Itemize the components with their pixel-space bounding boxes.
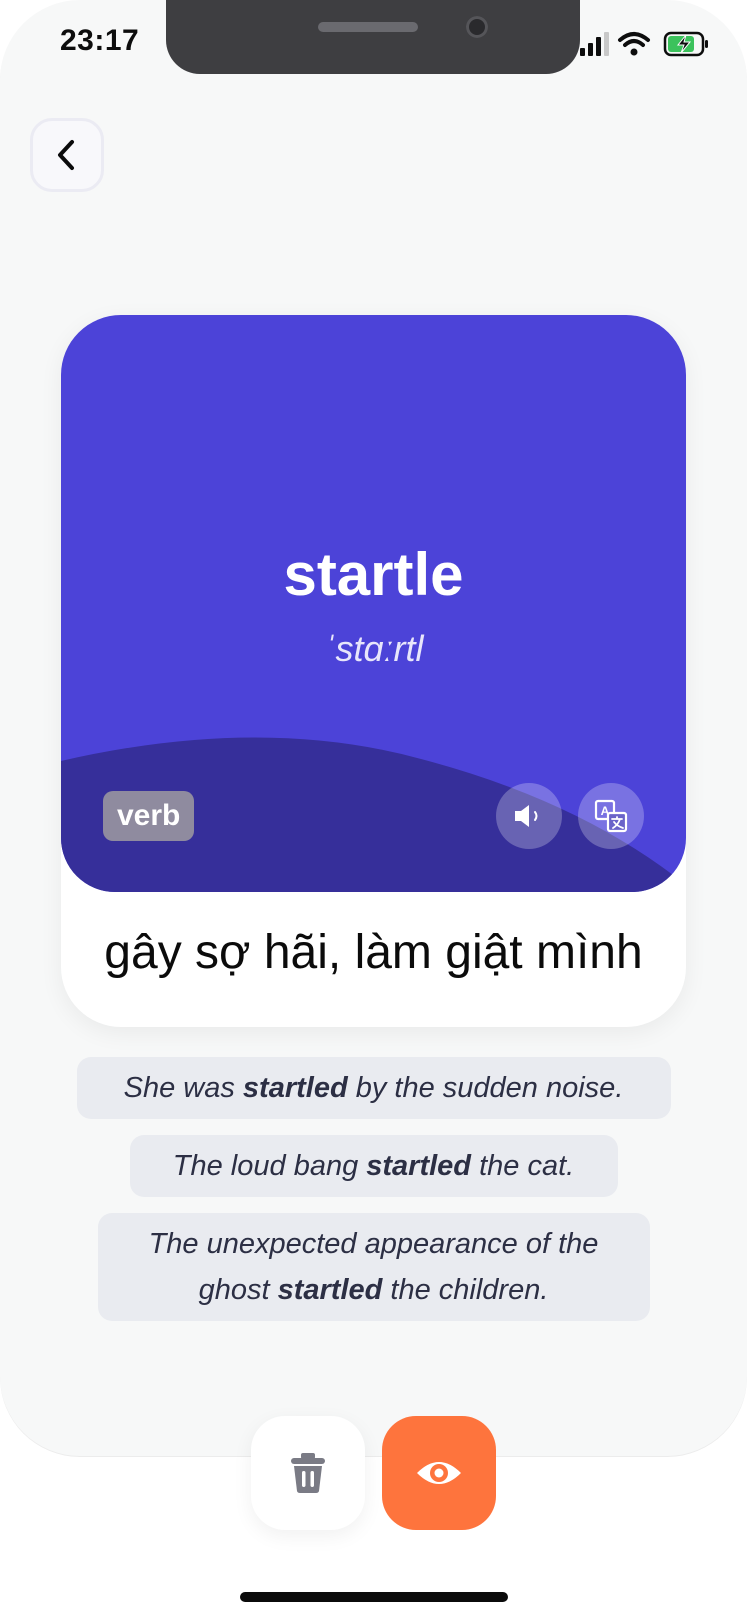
chevron-left-icon — [58, 140, 74, 170]
example-sentence: The unexpected appearance of the ghost s… — [97, 1213, 650, 1321]
reveal-button[interactable] — [382, 1416, 496, 1530]
eye-icon — [417, 1462, 461, 1484]
flashcard-word: startle — [283, 541, 464, 608]
example-text: the children. — [382, 1274, 549, 1306]
pronunciation-button[interactable] — [496, 783, 562, 849]
example-keyword: startled — [366, 1150, 472, 1182]
home-indicator — [240, 1592, 508, 1602]
example-sentence: The loud bang startled the cat. — [129, 1135, 618, 1197]
signal-icon — [580, 32, 609, 56]
example-sentences: She was startled by the sudden noise. Th… — [0, 1057, 747, 1321]
notch — [166, 0, 580, 74]
trash-icon — [291, 1453, 325, 1493]
translate-button[interactable]: A — [578, 783, 644, 849]
back-button[interactable] — [30, 118, 104, 192]
example-keyword: startled — [277, 1274, 383, 1306]
example-text: She was — [123, 1072, 243, 1104]
flashcard-phonetic: ˈstɑːrtl — [323, 628, 424, 669]
translate-icon: A — [594, 799, 628, 833]
status-time: 23:17 — [60, 24, 140, 57]
flashcard[interactable]: startle ˈstɑːrtl verb A gây sợ hãi, làm … — [61, 315, 686, 1027]
notch-speaker — [318, 22, 418, 32]
part-of-speech-badge: verb — [103, 791, 195, 841]
flashcard-meaning: gây sợ hãi, làm giật mình — [104, 926, 643, 979]
example-text: the cat. — [471, 1150, 575, 1182]
example-keyword: startled — [242, 1072, 348, 1104]
speaker-icon — [515, 805, 538, 827]
example-text: The loud bang — [172, 1150, 367, 1182]
notch-camera — [466, 16, 488, 38]
battery-charging-icon — [663, 31, 708, 57]
example-sentence: She was startled by the sudden noise. — [76, 1057, 671, 1119]
example-text: by the sudden noise. — [347, 1072, 624, 1104]
phone-screen: 23:17 startle ˈstɑːrtl verb A gây sợ hãi… — [0, 0, 747, 1620]
delete-button[interactable] — [251, 1416, 365, 1530]
flashcard-front: startle ˈstɑːrtl verb A — [61, 315, 686, 892]
wifi-icon — [618, 32, 650, 56]
status-icons — [580, 30, 720, 60]
